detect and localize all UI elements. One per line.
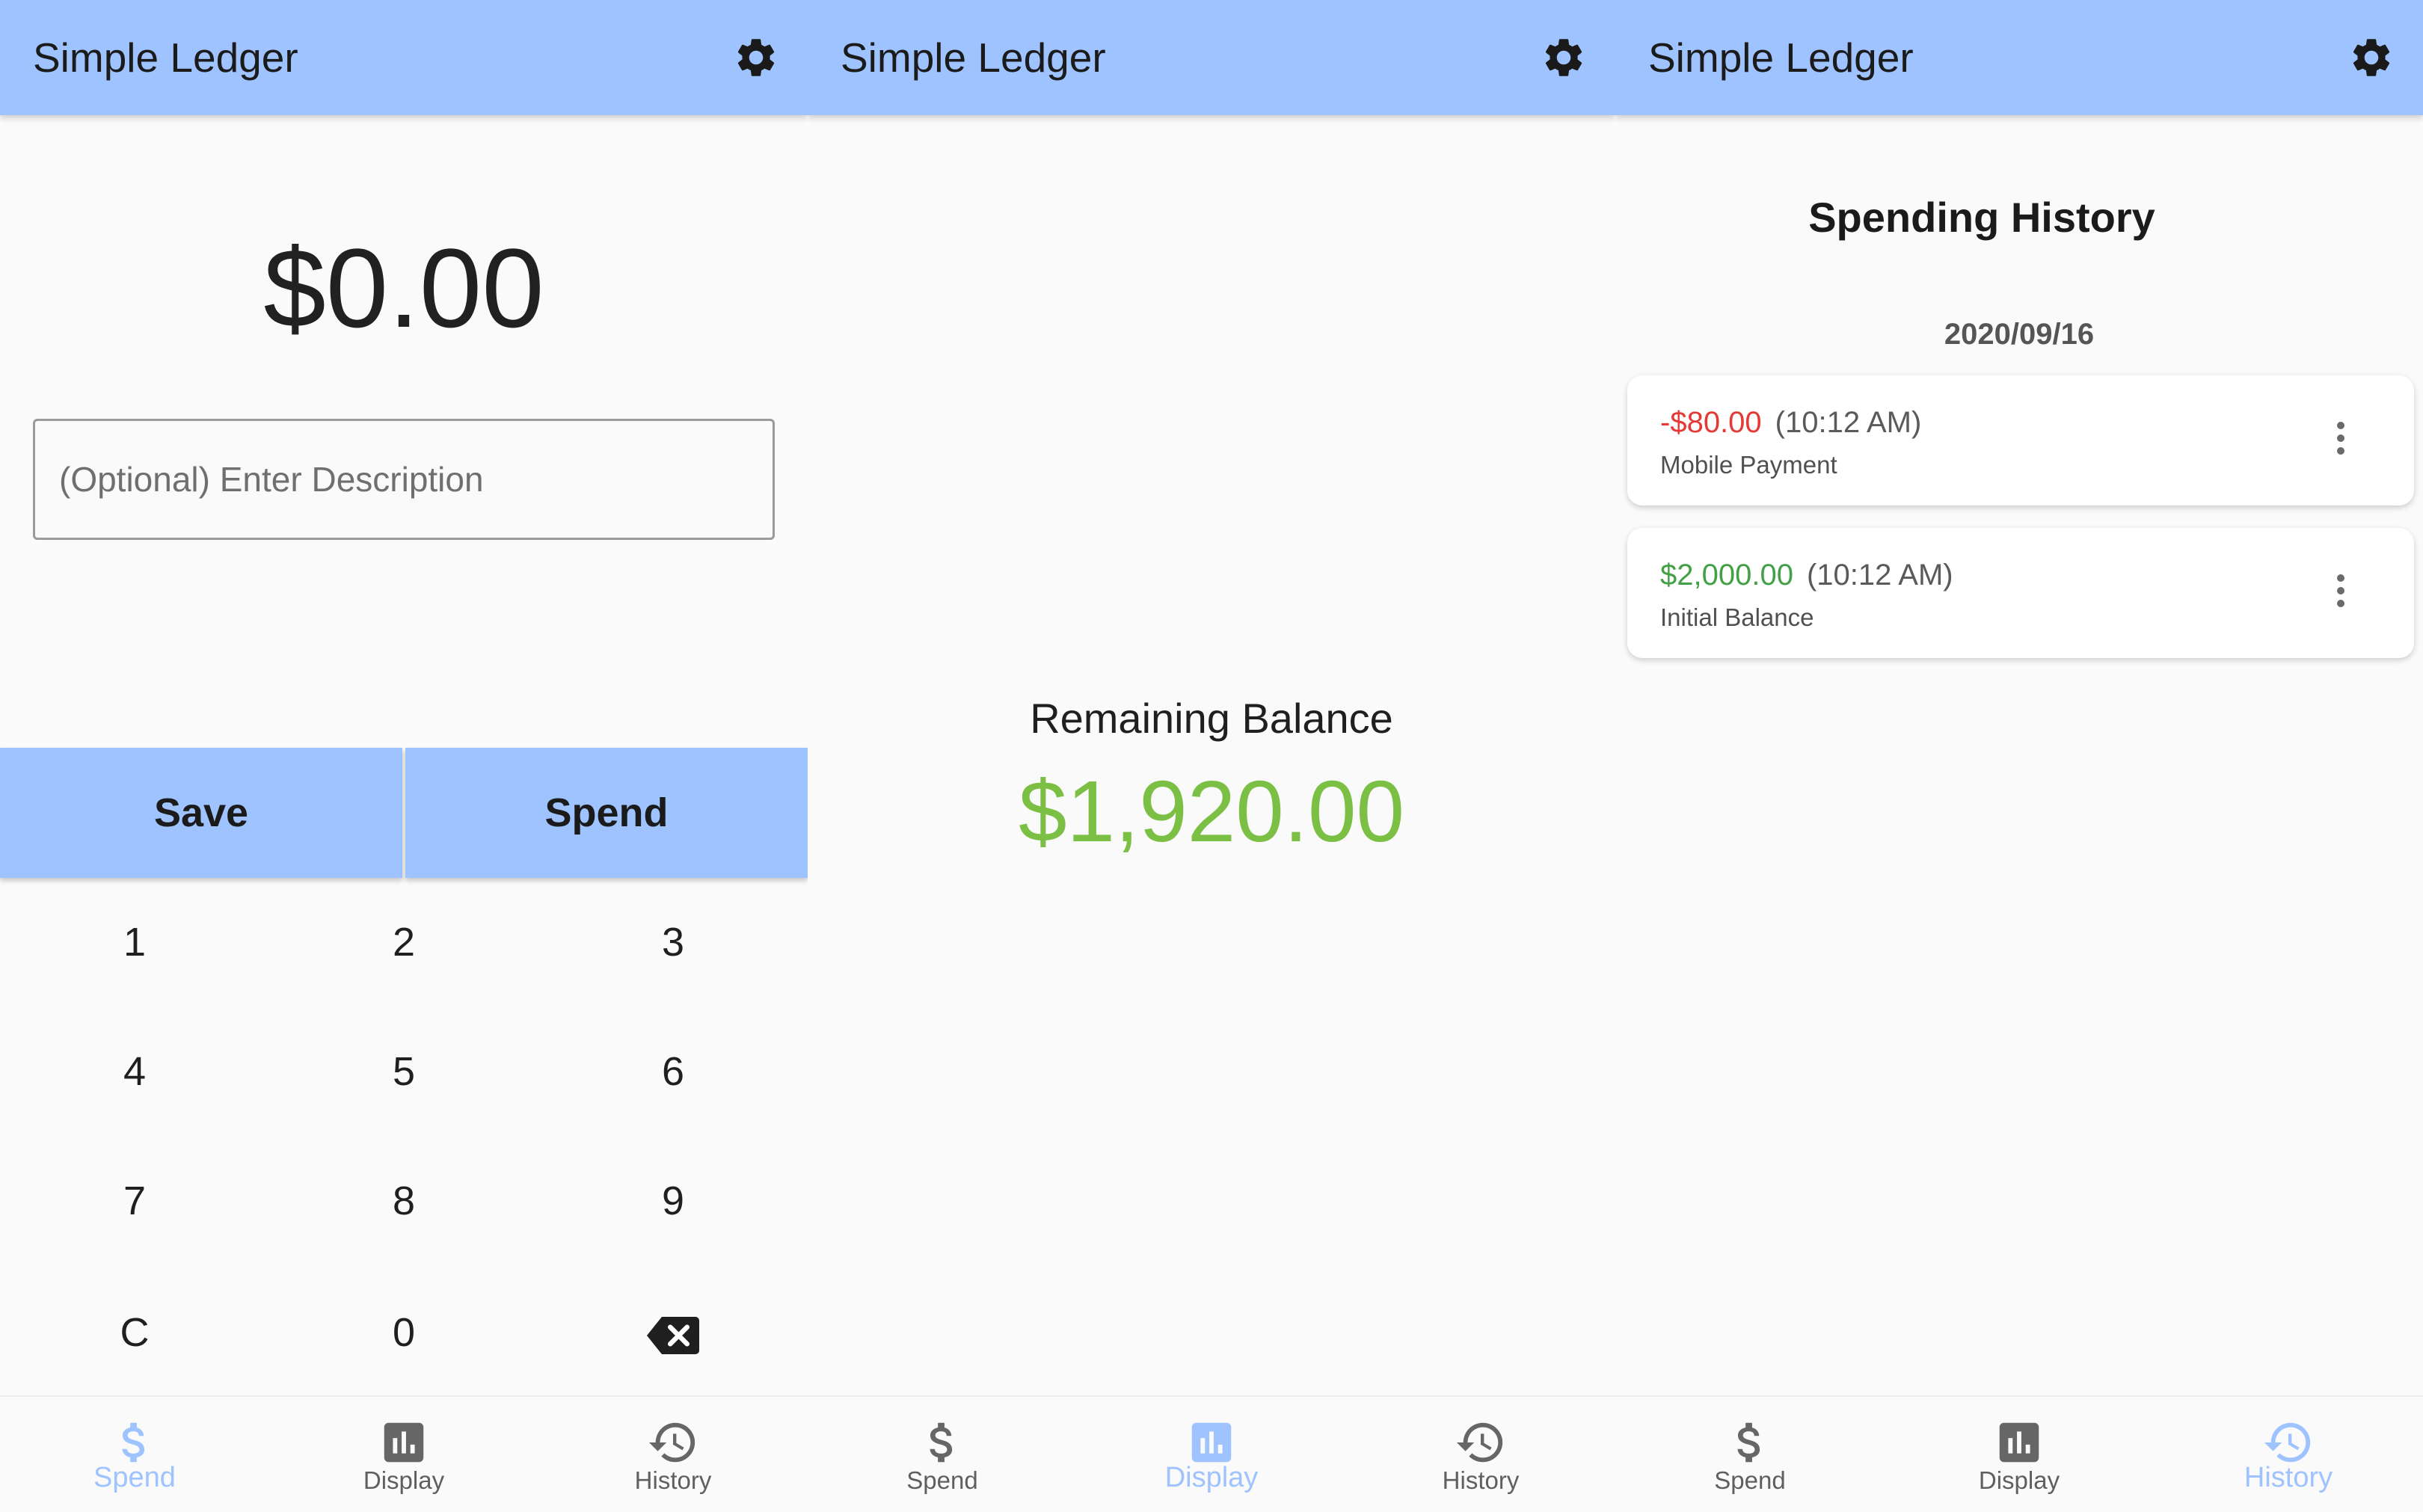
nav-display-label: Display [1164,1462,1259,1493]
bottom-navigation: Spend Display History [0,1395,808,1512]
nav-history-label: History [634,1466,712,1494]
nav-history-label: History [1442,1466,1520,1494]
backspace-key[interactable] [538,1273,808,1392]
nav-spend[interactable]: Spend [808,1397,1077,1512]
entry-description: Mobile Payment [1660,451,1837,479]
spending-history-title: Spending History [1808,194,2155,241]
remaining-balance-value: $1,920.00 [1018,763,1405,860]
entry-time: (10:12 AM) [1775,406,1922,439]
bar-chart-icon [378,1416,430,1469]
nav-display[interactable]: Display [1885,1397,2154,1512]
history-screen: Simple Ledger Spending History 2020/09/1… [1615,0,2423,1512]
nav-history[interactable]: History [538,1397,808,1512]
history-icon [647,1416,699,1469]
key-clear[interactable]: C [0,1273,269,1392]
key-6[interactable]: 6 [538,1012,808,1131]
bar-chart-icon [1185,1416,1238,1469]
key-0[interactable]: 0 [269,1273,538,1392]
nav-display-label: Display [363,1466,445,1494]
app-screens: Simple Ledger $0.00 Save Spend 1 2 3 4 5… [0,0,2423,1512]
history-entry-card[interactable]: -$80.00 (10:12 AM) Mobile Payment [1627,375,2414,505]
bar-chart-icon [1993,1416,2045,1469]
key-7[interactable]: 7 [0,1141,269,1261]
nav-spend[interactable]: Spend [1615,1397,1885,1512]
entry-summary: -$80.00 (10:12 AM) [1660,404,1921,441]
entry-amount: $2,000.00 [1660,559,1793,591]
description-input[interactable] [33,419,775,540]
key-2[interactable]: 2 [269,882,538,1002]
remaining-balance-label: Remaining Balance [1030,695,1393,742]
settings-gear-icon[interactable] [1541,34,1587,81]
settings-gear-icon[interactable] [2348,34,2395,81]
entry-description: Initial Balance [1660,603,1814,631]
nav-history-label: History [2244,1462,2333,1493]
app-title: Simple Ledger [33,34,298,81]
dollar-icon [1724,1416,1776,1469]
backspace-icon [647,1310,699,1355]
entry-summary: $2,000.00 (10:12 AM) [1660,556,1953,594]
app-bar: Simple Ledger [0,0,808,115]
nav-history[interactable]: History [1346,1397,1615,1512]
app-bar: Simple Ledger [1615,0,2423,115]
more-options-icon[interactable] [2333,422,2348,461]
nav-display[interactable]: Display [1077,1397,1346,1512]
app-title: Simple Ledger [1648,34,1914,81]
history-icon [2262,1416,2315,1469]
entry-amount: -$80.00 [1660,406,1762,439]
nav-history[interactable]: History [2154,1397,2423,1512]
key-5[interactable]: 5 [269,1012,538,1131]
dollar-icon [108,1416,161,1469]
nav-spend[interactable]: Spend [0,1397,269,1512]
spend-amount-display: $0.00 [263,225,544,351]
nav-display[interactable]: Display [269,1397,538,1512]
display-screen: Simple Ledger Remaining Balance $1,920.0… [808,0,1615,1512]
bottom-navigation: Spend Display History [808,1395,1615,1512]
nav-display-label: Display [1978,1466,2060,1494]
history-entry-card[interactable]: $2,000.00 (10:12 AM) Initial Balance [1627,528,2414,658]
nav-spend-label: Spend [1714,1466,1786,1494]
history-icon [1455,1416,1507,1469]
nav-spend-label: Spend [93,1462,176,1493]
bottom-navigation: Spend Display History [1615,1395,2423,1512]
more-options-icon[interactable] [2333,574,2348,613]
app-bar: Simple Ledger [808,0,1615,115]
spend-button[interactable]: Spend [405,748,808,878]
spend-screen: Simple Ledger $0.00 Save Spend 1 2 3 4 5… [0,0,808,1512]
app-title: Simple Ledger [841,34,1106,81]
key-8[interactable]: 8 [269,1141,538,1261]
key-3[interactable]: 3 [538,882,808,1002]
settings-gear-icon[interactable] [733,34,779,81]
key-4[interactable]: 4 [0,1012,269,1131]
dollar-icon [916,1416,968,1469]
key-1[interactable]: 1 [0,882,269,1002]
save-button[interactable]: Save [0,748,402,878]
nav-spend-label: Spend [906,1466,978,1494]
history-date-header: 2020/09/16 [1944,318,2095,351]
entry-time: (10:12 AM) [1806,559,1953,591]
key-9[interactable]: 9 [538,1141,808,1261]
